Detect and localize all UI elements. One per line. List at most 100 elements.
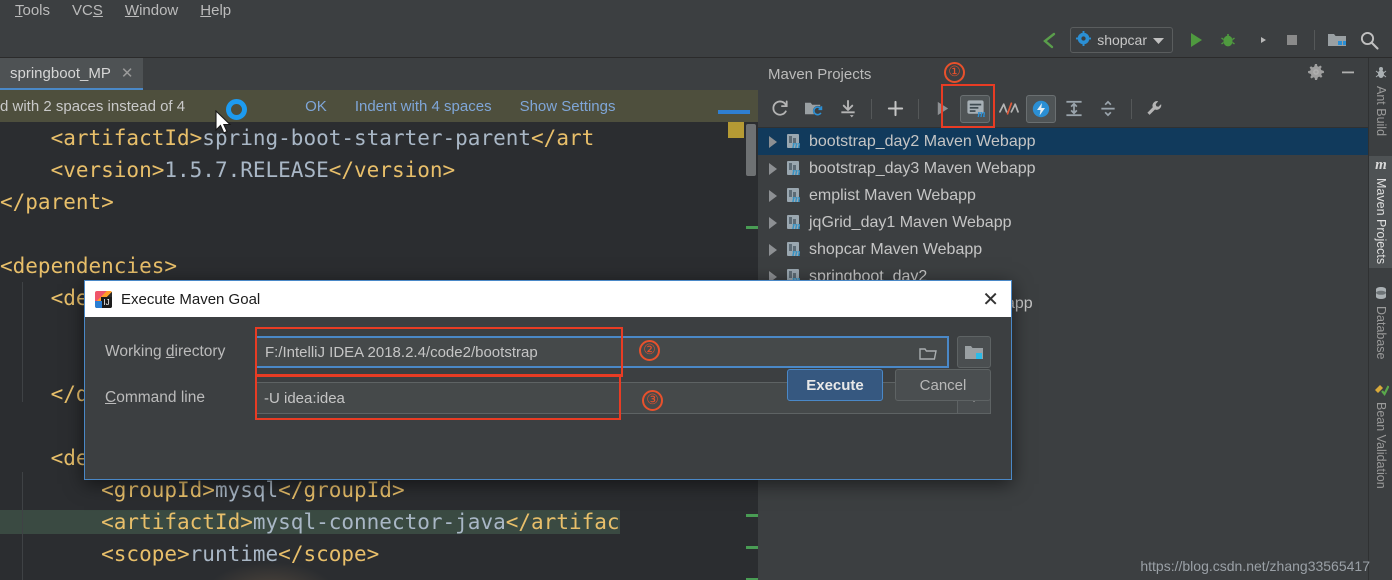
maven-project-row[interactable]: m shopcar Maven Webapp <box>758 236 1368 263</box>
right-tool-window-bar: Ant Build m Maven Projects Database Bean… <box>1368 58 1392 580</box>
toggle-skip-tests-icon[interactable] <box>992 94 1024 124</box>
collapse-all-icon[interactable] <box>1092 94 1124 124</box>
chevron-down-icon <box>1153 32 1164 48</box>
minimize-icon[interactable] <box>1340 64 1356 84</box>
cancel-button[interactable]: Cancel <box>895 369 991 401</box>
sidebar-tab-maven-projects[interactable]: m Maven Projects <box>1369 156 1392 269</box>
working-directory-input[interactable]: F:/IntelliJ IDEA 2018.2.4/code2/bootstra… <box>255 336 949 368</box>
maven-project-row[interactable]: m jqGrid_day1 Maven Webapp <box>758 209 1368 236</box>
editor-gutter-change-marker <box>746 546 758 549</box>
browse-folder-button[interactable] <box>957 336 991 368</box>
indent-guide <box>22 472 23 580</box>
svg-text:m: m <box>977 109 985 119</box>
sidebar-tab-database[interactable]: Database <box>1369 284 1392 364</box>
close-icon[interactable]: ✕ <box>121 64 134 82</box>
generate-sources-icon[interactable] <box>798 94 830 124</box>
editor-horizontal-scrollbar[interactable] <box>718 110 750 114</box>
run-icon[interactable] <box>1181 26 1211 54</box>
maven-project-row[interactable]: m emplist Maven Webapp <box>758 182 1368 209</box>
run-configuration-name: shopcar <box>1097 31 1147 48</box>
notification-action-ok[interactable]: OK <box>305 98 327 115</box>
maven-module-icon: m <box>786 160 803 178</box>
maven-project-label: shopcar Maven Webapp <box>809 240 983 258</box>
menu-item-vcs[interactable]: VCS <box>61 0 114 22</box>
code-line: <dependencies> <box>0 254 178 278</box>
notification-message: d with 2 spaces instead of 4 <box>0 97 186 115</box>
run-maven-build-icon[interactable] <box>926 94 958 124</box>
close-icon[interactable]: ✕ <box>982 281 999 317</box>
expand-all-icon[interactable] <box>1058 94 1090 124</box>
code-line: <artifactId>mysql-connector-java</artifa… <box>0 510 620 534</box>
run-configuration-selector[interactable]: shopcar <box>1070 26 1173 53</box>
maven-settings-icon[interactable] <box>1139 94 1171 124</box>
expand-arrow-icon[interactable] <box>769 135 777 148</box>
working-directory-label: Working directory <box>105 343 226 360</box>
intellij-idea-icon: IJ <box>95 290 112 308</box>
run-with-coverage-icon[interactable] <box>1245 26 1275 54</box>
editor-gutter-change-marker <box>746 514 758 517</box>
menu-item-window[interactable]: Window <box>114 0 189 22</box>
toggle-offline-icon[interactable] <box>1026 94 1056 123</box>
add-maven-project-icon[interactable] <box>879 94 911 124</box>
sidebar-tab-label: Bean Validation <box>1374 401 1388 489</box>
working-directory-value: F:/IntelliJ IDEA 2018.2.4/code2/bootstra… <box>265 343 538 361</box>
maven-project-row[interactable]: m bootstrap_day2 Maven Webapp <box>758 128 1368 155</box>
execute-maven-goal-icon[interactable]: m <box>960 94 990 123</box>
editor-notification-bar: d with 2 spaces instead of 4 OK Indent w… <box>0 90 758 122</box>
database-icon <box>1374 284 1388 302</box>
gear-icon <box>1076 30 1092 49</box>
menu-bar: Tools VCS Window Help <box>0 0 1392 22</box>
debug-icon[interactable] <box>1213 26 1243 54</box>
maven-project-row[interactable]: m bootstrap_day3 Maven Webapp <box>758 155 1368 182</box>
sidebar-tab-ant-build[interactable]: Ant Build <box>1369 64 1392 140</box>
maven-panel-header: Maven Projects <box>758 58 1368 90</box>
expand-arrow-icon[interactable] <box>769 216 777 229</box>
project-structure-icon[interactable] <box>1322 26 1352 54</box>
annotation-number: ② <box>639 340 660 361</box>
indent-guide <box>22 282 23 402</box>
menu-item-help[interactable]: Help <box>189 0 242 22</box>
ide-window: Tools VCS Window Help shopcar springboot… <box>0 0 1392 580</box>
folder-icon[interactable] <box>919 346 937 365</box>
maven-project-label: bootstrap_day2 Maven Webapp <box>809 132 1036 150</box>
toolbar-divider <box>871 98 872 119</box>
editor-gutter-warning-marker[interactable] <box>728 122 744 138</box>
maven-project-label: jqGrid_day1 Maven Webapp <box>809 213 1012 231</box>
download-sources-icon[interactable] <box>832 94 864 124</box>
gear-icon[interactable] <box>1308 64 1324 84</box>
maven-module-icon: m <box>786 133 803 151</box>
sidebar-tab-bean-validation[interactable]: Bean Validation <box>1369 380 1392 493</box>
maven-panel-title: Maven Projects <box>768 65 872 83</box>
ant-icon <box>1374 64 1388 82</box>
reimport-all-maven-projects-icon[interactable] <box>764 94 796 124</box>
toolbar-divider <box>918 98 919 119</box>
notification-action-indent[interactable]: Indent with 4 spaces <box>355 98 492 115</box>
stop-icon[interactable] <box>1277 26 1307 54</box>
dialog-title: Execute Maven Goal <box>121 290 261 308</box>
main-toolbar: shopcar <box>0 22 1392 58</box>
menu-item-tools[interactable]: Tools <box>4 0 61 22</box>
expand-arrow-icon[interactable] <box>769 189 777 202</box>
maven-module-icon: m <box>786 241 803 259</box>
maven-module-icon: m <box>786 214 803 232</box>
editor-scrollbar[interactable] <box>746 124 756 176</box>
execute-maven-goal-dialog: IJ Execute Maven Goal ✕ Working director… <box>84 280 1012 480</box>
dialog-buttons: Execute Cancel <box>787 369 991 401</box>
code-line: <version>1.5.7.RELEASE</version> <box>0 158 456 182</box>
toolbar-divider <box>1314 29 1315 50</box>
editor-tab-springboot-mp[interactable]: springboot_MP ✕ <box>0 58 144 90</box>
maven-project-label: emplist Maven Webapp <box>809 186 976 204</box>
dialog-title-bar: IJ Execute Maven Goal ✕ <box>85 281 1011 317</box>
code-line: <scope>runtime</scope> <box>0 542 380 566</box>
notification-action-settings[interactable]: Show Settings <box>520 98 616 115</box>
back-arrow-icon[interactable] <box>1034 26 1064 54</box>
code-line: </parent> <box>0 190 114 214</box>
toolbar-divider <box>1131 98 1132 119</box>
expand-arrow-icon[interactable] <box>769 162 777 175</box>
execute-button[interactable]: Execute <box>787 369 883 401</box>
expand-arrow-icon[interactable] <box>769 243 777 256</box>
search-icon[interactable] <box>1354 26 1384 54</box>
bean-validation-icon <box>1374 380 1389 398</box>
editor-gutter-change-marker <box>746 226 758 229</box>
